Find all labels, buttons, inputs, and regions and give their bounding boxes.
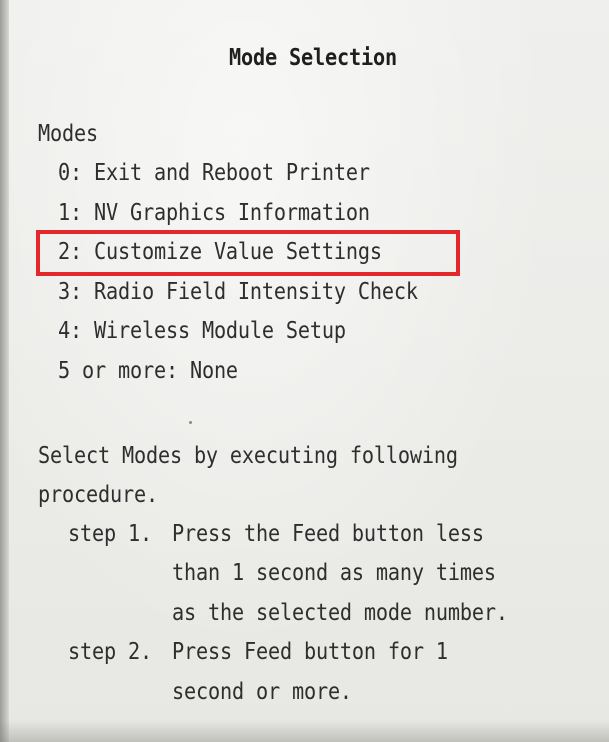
- paper-speck: [189, 421, 192, 424]
- mode-item-3: 3: Radio Field Intensity Check: [58, 277, 418, 305]
- instructions-line-1: Select Modes by executing following: [38, 441, 458, 469]
- modes-heading: Modes: [38, 119, 98, 147]
- instructions-line-2: procedure.: [38, 480, 158, 508]
- step-1-label: step 1.: [68, 519, 152, 547]
- step-1-line-2: than 1 second as many times: [172, 558, 496, 586]
- receipt-bottom-shadow: [0, 720, 609, 742]
- mode-item-5: 5 or more: None: [58, 356, 238, 384]
- printed-receipt: Mode Selection Modes 0: Exit and Reboot …: [0, 0, 609, 742]
- mode-item-0: 0: Exit and Reboot Printer: [58, 158, 370, 186]
- receipt-title: Mode Selection: [229, 43, 397, 71]
- mode-highlight-box: [36, 230, 460, 276]
- step-1-line-3: as the selected mode number.: [172, 598, 508, 626]
- mode-item-1: 1: NV Graphics Information: [58, 198, 370, 226]
- mode-item-4: 4: Wireless Module Setup: [58, 316, 346, 344]
- step-2-label: step 2.: [68, 637, 152, 665]
- step-2-line-1: Press Feed button for 1: [172, 637, 448, 665]
- step-1-line-1: Press the Feed button less: [172, 519, 484, 547]
- step-2-line-2: second or more.: [172, 677, 352, 705]
- receipt-left-edge: [0, 0, 9, 742]
